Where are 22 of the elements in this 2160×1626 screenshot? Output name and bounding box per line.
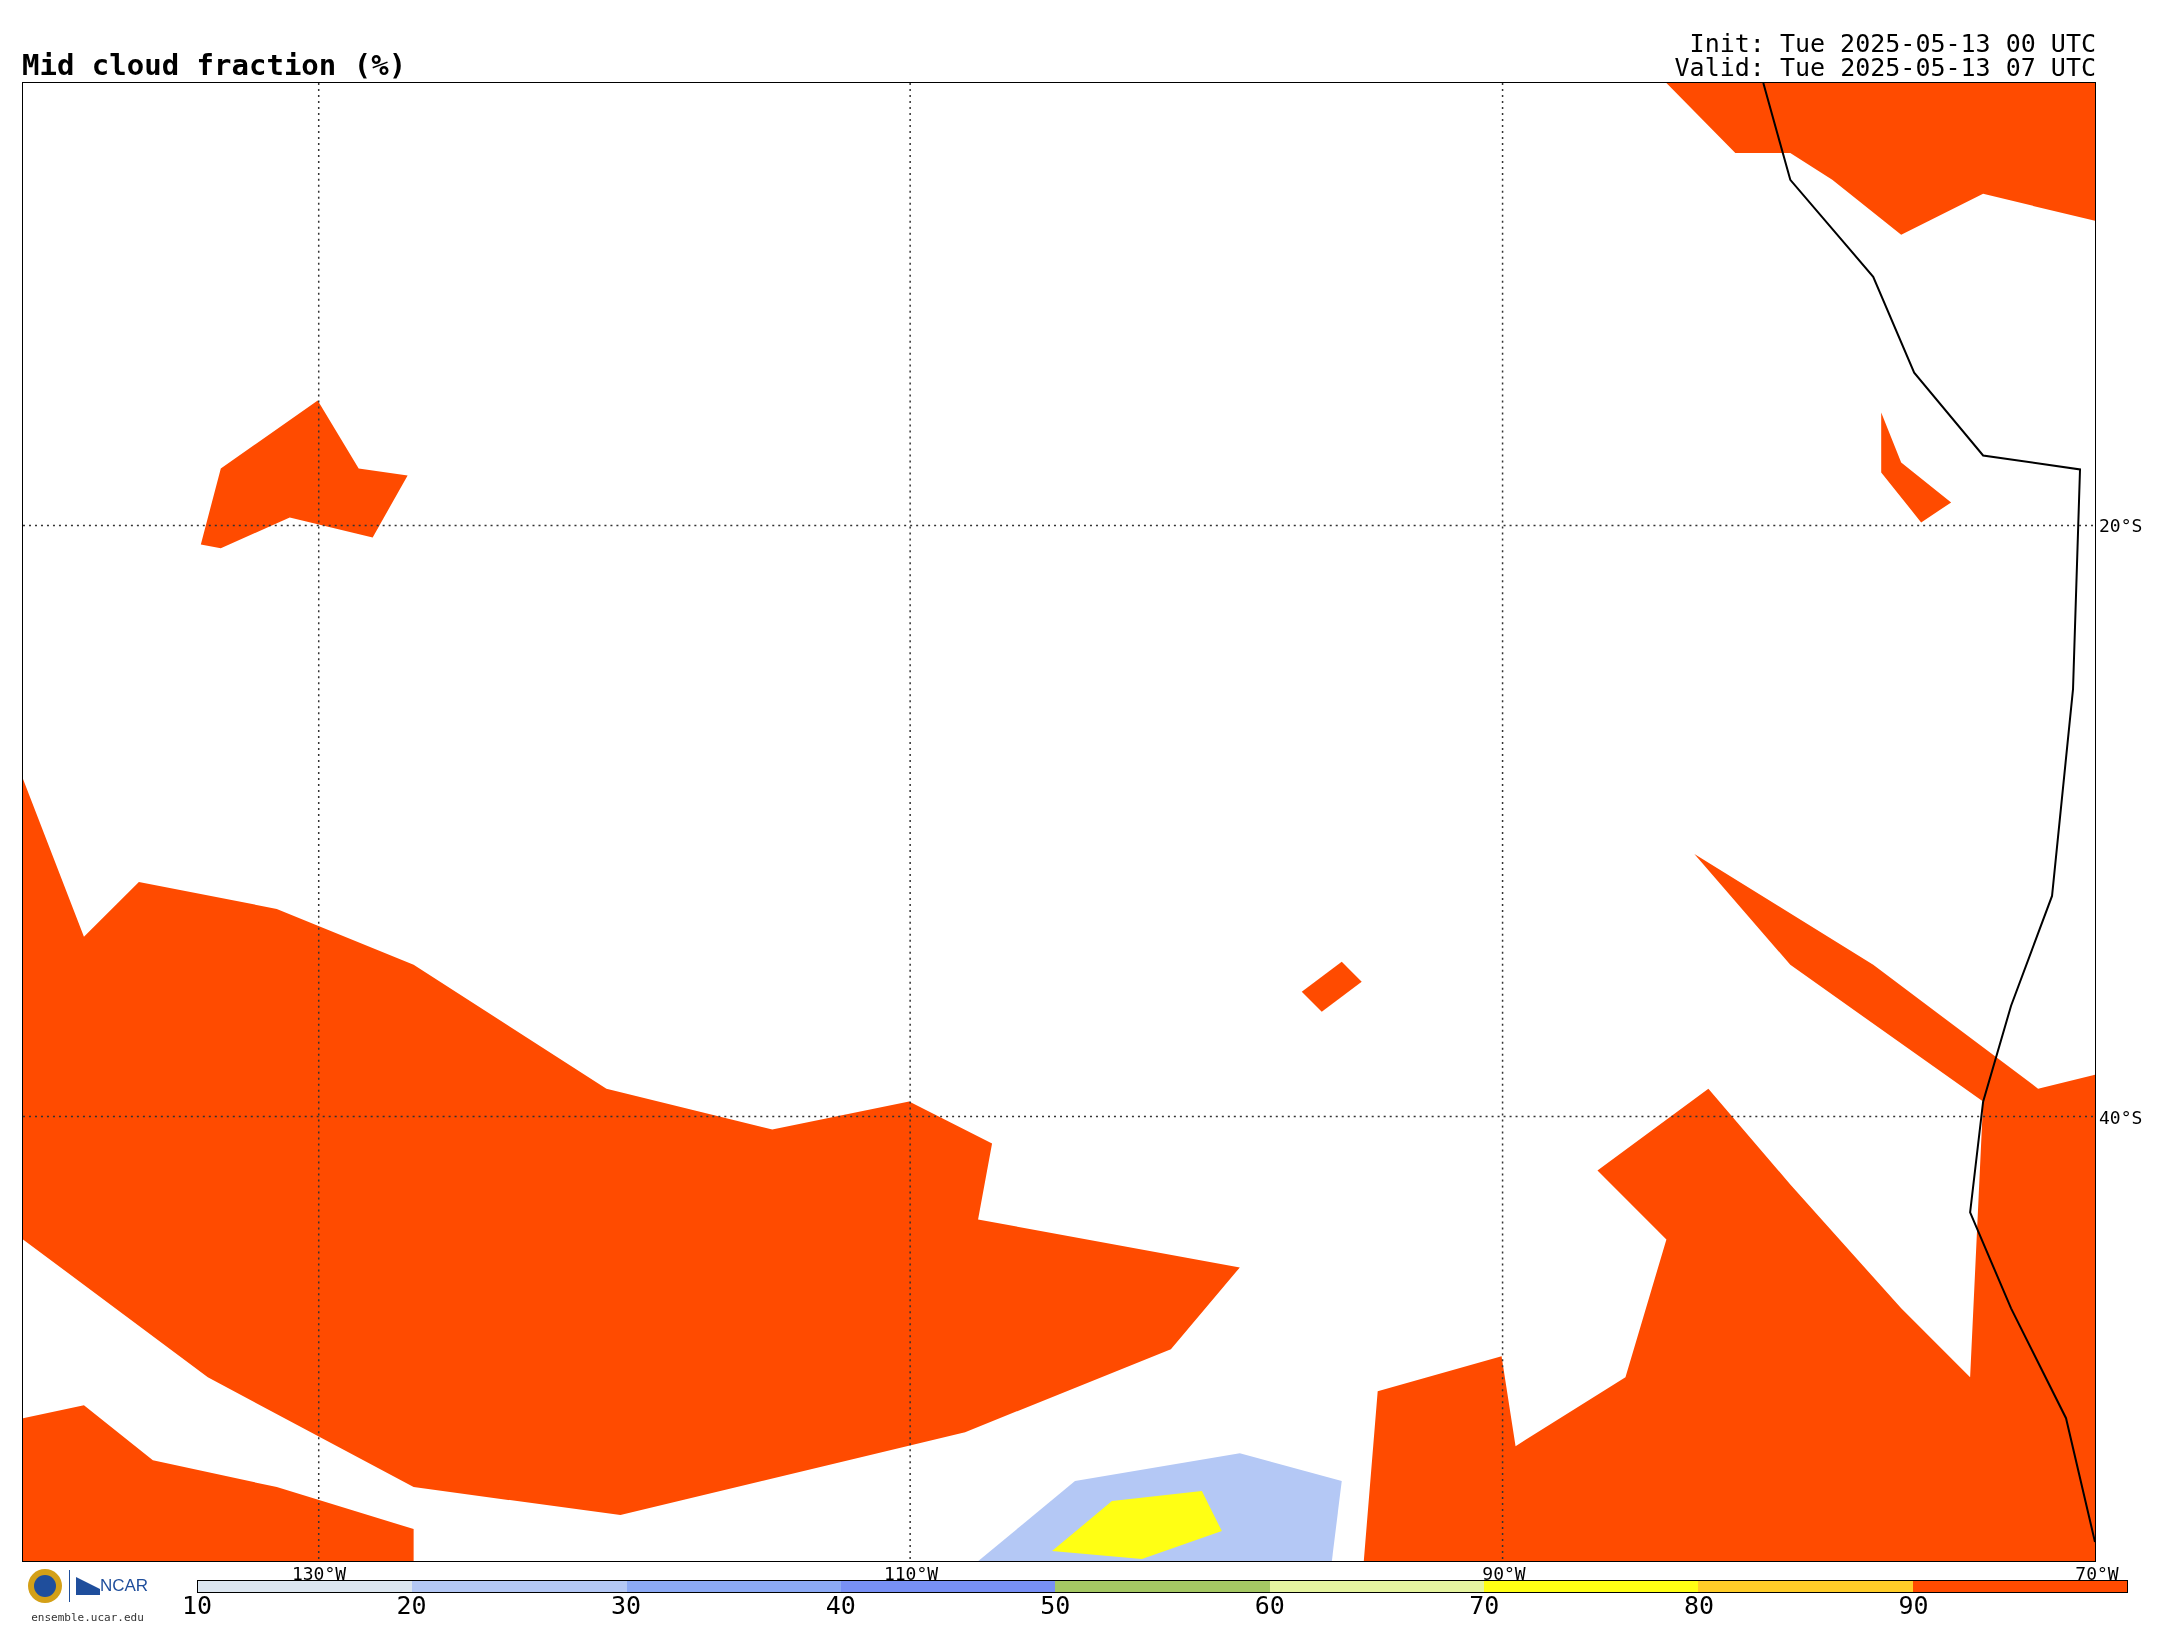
init-time: Init: Tue 2025-05-13 00 UTC [1689,31,2096,56]
scale-tick-label: 90 [1898,1592,1929,1618]
valid-time: Valid: Tue 2025-05-13 07 UTC [1674,55,2096,80]
logo-text: NCAR [99,1577,149,1594]
scale-tick-label: 70 [1469,1592,1500,1618]
wedge-icon [75,1576,100,1595]
scale-tick-label: 80 [1683,1592,1714,1618]
scale-tick-label: 10 [181,1592,213,1618]
scale-tick-label: 40 [825,1592,856,1618]
longitude-label: 110°W [883,1564,939,1583]
scale-tick-label: 60 [1254,1592,1285,1618]
seal-icon [26,1567,63,1604]
chart-title: Mid cloud fraction (%) [22,50,407,80]
scale-tick-label: 50 [1040,1592,1071,1618]
scale-tick-label: 30 [611,1592,642,1618]
longitude-label: 70°W [2075,1564,2119,1583]
longitude-label: 90°W [1482,1564,1526,1583]
scale-tick-label: 20 [396,1592,427,1618]
latitude-label: 40°S [2099,1108,2143,1127]
longitude-label: 130°W [291,1564,347,1583]
site-url: ensemble.ucar.edu [31,1609,144,1626]
latitude-label: 20°S [2099,516,2143,535]
